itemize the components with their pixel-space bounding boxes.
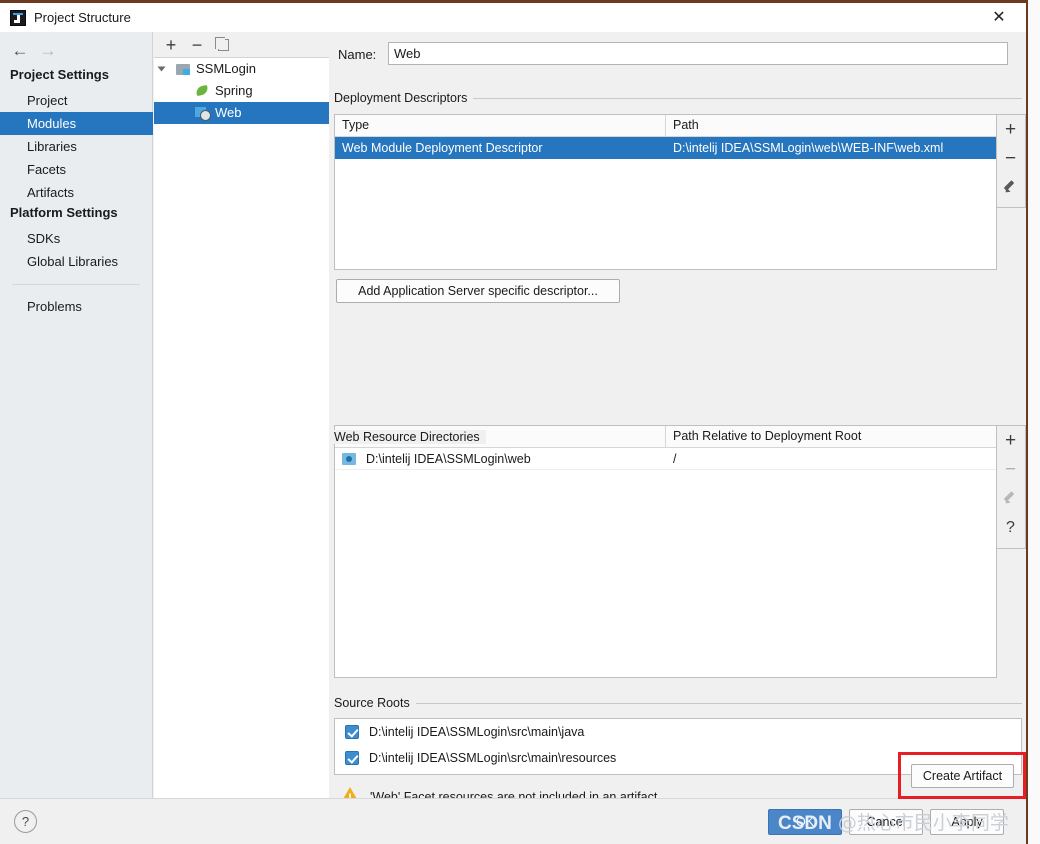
- help-button[interactable]: ?: [14, 810, 37, 833]
- web-facet-icon: [195, 106, 209, 119]
- web-resource-directories-title: Web Resource Directories: [334, 430, 486, 444]
- desktop-background: [1028, 0, 1040, 844]
- sidebar-item-problems[interactable]: Problems: [0, 295, 153, 318]
- title-bar: Project Structure ✕: [0, 3, 1026, 32]
- apply-button[interactable]: Apply: [930, 809, 1004, 835]
- sidebar-item-project[interactable]: Project: [0, 89, 153, 112]
- sidebar-item-facets[interactable]: Facets: [0, 158, 153, 181]
- sidebar-item-modules[interactable]: Modules: [0, 112, 153, 135]
- module-tree-body: SSMLogin Spring Web: [154, 58, 329, 798]
- sidebar-divider: [12, 284, 140, 285]
- remove-descriptor-button[interactable]: −: [997, 144, 1024, 173]
- remove-web-resource-button[interactable]: −: [997, 455, 1024, 484]
- cancel-button[interactable]: Cancel: [849, 809, 923, 835]
- deployment-descriptors-table: Type Path Web Module Deployment Descript…: [334, 114, 997, 270]
- add-web-resource-button[interactable]: +: [997, 426, 1024, 455]
- add-application-server-descriptor-button[interactable]: Add Application Server specific descript…: [336, 279, 620, 303]
- tree-item-label: SSMLogin: [196, 58, 256, 80]
- table-row[interactable]: D:\intelij IDEA\SSMLogin\web /: [335, 448, 996, 470]
- cell-relative-path: /: [666, 448, 676, 470]
- facet-settings-panel: Name: Deployment Descriptors Type Path W…: [330, 32, 1026, 798]
- tree-item-ssmlogin[interactable]: SSMLogin: [154, 58, 329, 80]
- edit-web-resource-button[interactable]: [997, 484, 1024, 513]
- sidebar-group-platform-settings: Platform Settings: [10, 205, 118, 220]
- navigation-arrows: ← →: [8, 40, 68, 62]
- tree-item-label: Spring: [215, 80, 253, 102]
- sidebar-item-global-libraries[interactable]: Global Libraries: [0, 250, 153, 273]
- tree-item-label: Web: [215, 102, 242, 124]
- pencil-icon: [1004, 491, 1017, 504]
- web-directory-icon: [342, 453, 356, 465]
- tree-item-web[interactable]: Web: [154, 102, 329, 124]
- name-input[interactable]: [388, 42, 1008, 65]
- web-resource-directories-table: Web Resource Directory Path Relative to …: [334, 425, 997, 678]
- sidebar-item-artifacts[interactable]: Artifacts: [0, 181, 153, 204]
- chevron-down-icon[interactable]: [158, 67, 166, 72]
- source-root-path: D:\intelij IDEA\SSMLogin\src\main\java: [369, 725, 584, 739]
- deployment-descriptors-toolbar: + −: [997, 114, 1026, 208]
- web-resource-help-button[interactable]: ?: [997, 513, 1024, 542]
- tree-item-spring[interactable]: Spring: [154, 80, 329, 102]
- add-descriptor-button[interactable]: +: [997, 115, 1024, 144]
- module-tree-toolbar: + −: [154, 32, 329, 58]
- spring-leaf-icon: [195, 84, 209, 97]
- deployment-descriptors-header: Type Path: [335, 115, 996, 137]
- sidebar-item-libraries[interactable]: Libraries: [0, 135, 153, 158]
- sidebar-group-project-settings: Project Settings: [10, 67, 109, 82]
- intellij-idea-logo-icon: [10, 10, 26, 26]
- column-header-path[interactable]: Path: [666, 115, 699, 136]
- list-item[interactable]: D:\intelij IDEA\SSMLogin\src\main\java: [335, 719, 1021, 745]
- folder-module-icon: [176, 63, 190, 75]
- sidebar-item-sdks[interactable]: SDKs: [0, 227, 153, 250]
- name-label: Name:: [338, 47, 376, 62]
- cell-type: Web Module Deployment Descriptor: [335, 137, 665, 159]
- window-title: Project Structure: [34, 10, 131, 25]
- deployment-descriptors-title: Deployment Descriptors: [334, 91, 473, 105]
- settings-sidebar: ← → Project Settings Project Modules Lib…: [0, 32, 153, 798]
- web-resource-directories-toolbar: + − ?: [997, 425, 1026, 549]
- source-root-checkbox[interactable]: [345, 751, 359, 765]
- cell-path: D:\intelij IDEA\SSMLogin\web\WEB-INF\web…: [666, 137, 943, 159]
- project-structure-dialog: Project Structure ✕ ← → Project Settings…: [0, 0, 1040, 844]
- source-roots-title: Source Roots: [334, 696, 416, 710]
- copy-module-icon[interactable]: [212, 34, 234, 56]
- source-roots-rule: [410, 703, 1022, 704]
- create-artifact-button[interactable]: Create Artifact: [911, 764, 1014, 788]
- source-root-path: D:\intelij IDEA\SSMLogin\src\main\resour…: [369, 751, 616, 765]
- remove-module-button[interactable]: −: [186, 34, 208, 56]
- source-root-checkbox[interactable]: [345, 725, 359, 739]
- ok-button[interactable]: OK: [768, 809, 842, 835]
- cell-directory: D:\intelij IDEA\SSMLogin\web: [359, 448, 665, 470]
- column-header-type[interactable]: Type: [335, 115, 369, 136]
- edit-descriptor-button[interactable]: [997, 173, 1024, 202]
- dialog-button-bar: ? OK Cancel Apply: [0, 798, 1026, 844]
- pencil-icon: [1004, 180, 1017, 193]
- back-arrow-icon[interactable]: ←: [8, 40, 32, 62]
- deployment-descriptors-rule: [470, 98, 1022, 99]
- table-row[interactable]: Web Module Deployment Descriptor D:\inte…: [335, 137, 996, 159]
- forward-arrow-icon[interactable]: →: [36, 40, 60, 62]
- add-module-button[interactable]: +: [160, 34, 182, 56]
- close-icon[interactable]: ✕: [988, 9, 1010, 27]
- column-header-relative-path[interactable]: Path Relative to Deployment Root: [666, 426, 861, 447]
- module-tree-panel: + − SSMLogin Spring Web: [154, 32, 329, 798]
